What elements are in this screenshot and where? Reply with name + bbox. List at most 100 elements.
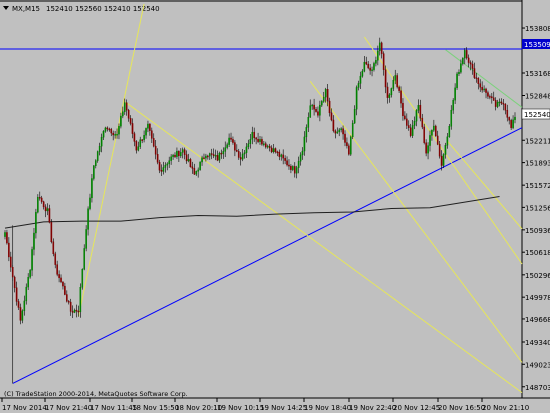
candle-body [257,138,259,142]
candle-body [156,154,159,163]
copyright-notice: (C) TradeStation 2000-2014, MetaQuotes S… [4,390,188,398]
candle-body [442,154,445,166]
candle-body [143,135,145,141]
candle-body [114,134,116,136]
candle-body [404,115,406,120]
candle-body [351,122,354,138]
candle-body [4,232,6,237]
candle-body [191,166,194,169]
candle-body [500,101,503,104]
candle-body [168,160,171,165]
time-tick-label: 20 Nov 16:50 [438,404,485,412]
candle-body [42,201,45,208]
price-tick-label: 151893 [525,160,550,168]
candle-body [363,61,366,72]
price-tick-label: 149023 [525,361,550,369]
candle-body [313,104,315,110]
candle-body [9,256,12,268]
candle-body [27,276,29,288]
candle-body [108,128,111,131]
candle-body [172,154,174,157]
candle-body [122,111,124,117]
candle-body [137,146,140,151]
candle-body [438,144,441,157]
candle-body [127,109,130,119]
candle-body [87,208,89,230]
candle-body [232,139,234,143]
time-tick-label: 17 Nov 2014 [2,404,47,412]
candle-body [187,159,190,162]
symbol-timeframe: MX,M15 [12,5,40,13]
candle-body [266,145,269,148]
candle-body [15,287,18,302]
candle-body [392,80,395,89]
candle-body [369,67,371,71]
candle-body [400,90,402,104]
candle-body [129,118,132,124]
candle-body [85,229,87,249]
candle-body [452,99,454,111]
price-tick-label: 149668 [525,316,550,324]
candle-body [160,169,163,172]
candle-body [60,277,62,283]
candle-body [241,153,244,160]
candle-body [178,150,180,157]
candle-body [237,151,240,158]
candle-body [208,153,211,157]
candle-body [66,294,68,302]
candle-body [384,69,387,88]
candle-body [481,86,483,91]
candle-body [286,160,288,166]
time-tick-label: 19 Nov 10:15 [217,404,264,412]
price-tick-label: 149978 [525,294,550,302]
candle-body [261,139,263,145]
candle-body [434,125,437,137]
candle-body [100,137,103,147]
candle-body [13,276,16,288]
price-tick-label: 153168 [525,70,550,78]
candle-body [353,109,356,124]
candle-body [485,88,487,93]
candle-body [322,96,325,102]
candle-body [274,148,277,153]
candle-body [398,86,400,91]
candle-body [375,60,377,64]
candle-body [301,150,304,156]
candle-body [251,131,254,140]
candle-body [436,135,439,145]
candle-body [207,155,209,158]
candle-body [342,128,344,135]
candle-body [458,72,460,75]
candle-body [189,159,192,168]
candle-body [264,143,267,148]
candle-body [214,155,217,157]
candle-body [166,163,169,166]
candle-body [465,50,468,59]
candle-body [446,136,449,146]
candle-body [120,115,122,127]
candle-body [91,178,93,199]
price-tick-label: 151572 [525,182,550,190]
candle-body [64,285,66,295]
candle-body [388,94,391,98]
candle-body [390,88,393,96]
candle-body [224,147,227,152]
candle-body [475,77,478,79]
candle-body [56,264,58,275]
price-tick-label: 148703 [525,384,550,392]
chart-canvas: MX,M15 152410 152560 152410 152540 15380… [0,0,550,413]
candle-body [326,89,329,102]
candle-body [255,137,257,140]
candle-body [234,142,236,151]
candle-body [433,125,435,131]
candle-body [79,287,82,313]
candle-body [106,127,109,130]
candle-body [135,141,138,151]
candle-body [48,208,51,223]
candle-body [460,63,462,73]
candle-body [297,161,300,168]
candle-body [406,118,408,126]
candle-body [346,142,348,147]
candle-body [220,152,223,155]
time-tick-label: 19 Nov 18:40 [304,404,351,412]
